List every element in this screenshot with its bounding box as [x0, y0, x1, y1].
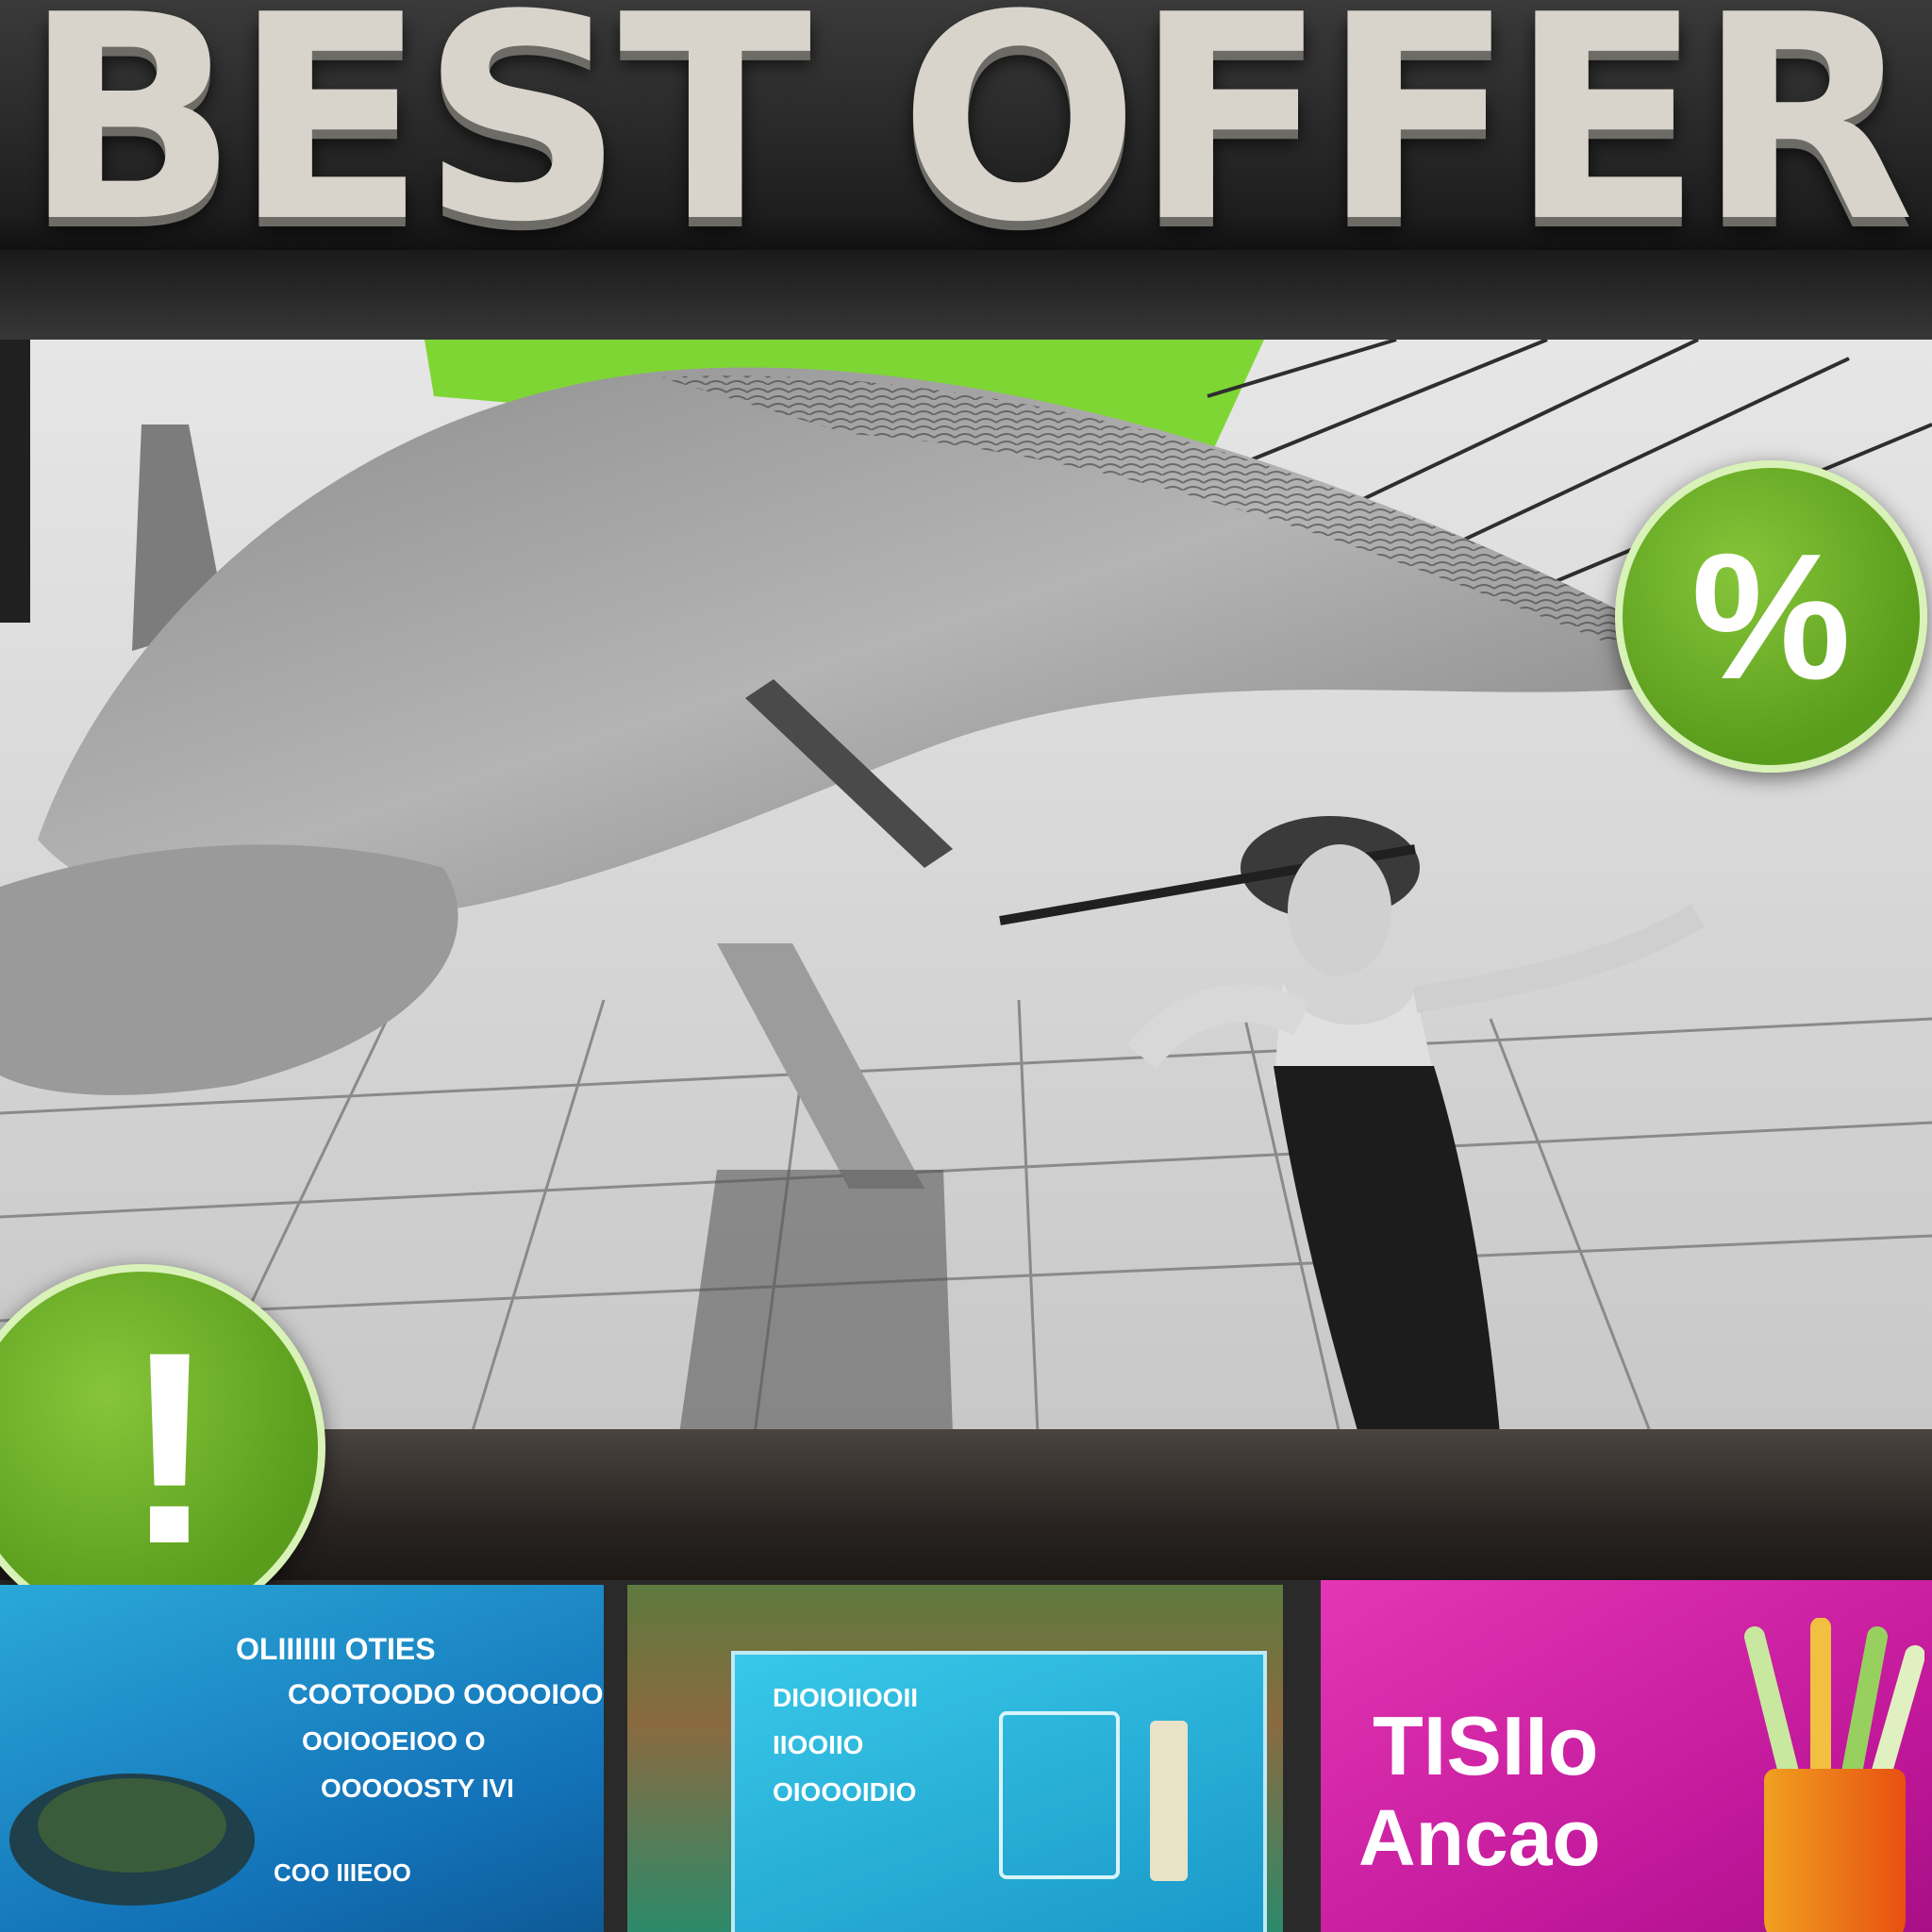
left-post — [0, 340, 30, 623]
figure-face — [1288, 844, 1391, 976]
promo-text-line: COOTOODO OOOOIOO — [288, 1679, 604, 1710]
promo-text-line: OLIIIIIII OTIES — [236, 1632, 436, 1666]
product-bottle — [1150, 1721, 1188, 1881]
promo-text-line: IIOOIIO — [773, 1730, 864, 1759]
product-box — [999, 1711, 1120, 1879]
promo-text-line: DIOIOIIOOII — [773, 1683, 919, 1712]
discount-percent-badge: % — [1615, 460, 1927, 773]
banner-title: BEST OFFER — [23, 0, 1915, 250]
promo-title-line-2: Ancao — [1358, 1793, 1601, 1882]
promo-text-line: OOIOOEIOO O — [302, 1726, 486, 1756]
exclamation-icon: ! — [124, 1294, 216, 1601]
store-banner: BEST OFFER — [0, 0, 1932, 250]
percent-icon: % — [1691, 516, 1851, 717]
promo-panel-middle: DIOIOIIOOII IIOOIIO OIOOOIDIO — [627, 1585, 1283, 1932]
floor-shadow — [679, 1170, 953, 1434]
promo-panel-blue: OLIIIIIII OTIES COOTOODO OOOOIOO OOIOOEI… — [0, 1585, 604, 1932]
promo-text-line: COO IIIEOO — [274, 1858, 411, 1887]
promo-title-line-1: TISIIo — [1373, 1699, 1599, 1792]
promo-screen: DIOIOIIOOII IIOOIIO OIOOOIDIO — [731, 1651, 1267, 1932]
promo-text-line: OOOOOSTY IVI — [321, 1774, 514, 1803]
promo-panel-magenta: TISIIo Ancao — [1321, 1580, 1932, 1932]
vegetable-cup — [1764, 1769, 1906, 1932]
display-frame-top — [0, 250, 1932, 354]
display-photo — [0, 340, 1932, 1434]
advertising-display — [0, 340, 1932, 1434]
promo-text-line: OIOOOIDIO — [773, 1777, 917, 1807]
